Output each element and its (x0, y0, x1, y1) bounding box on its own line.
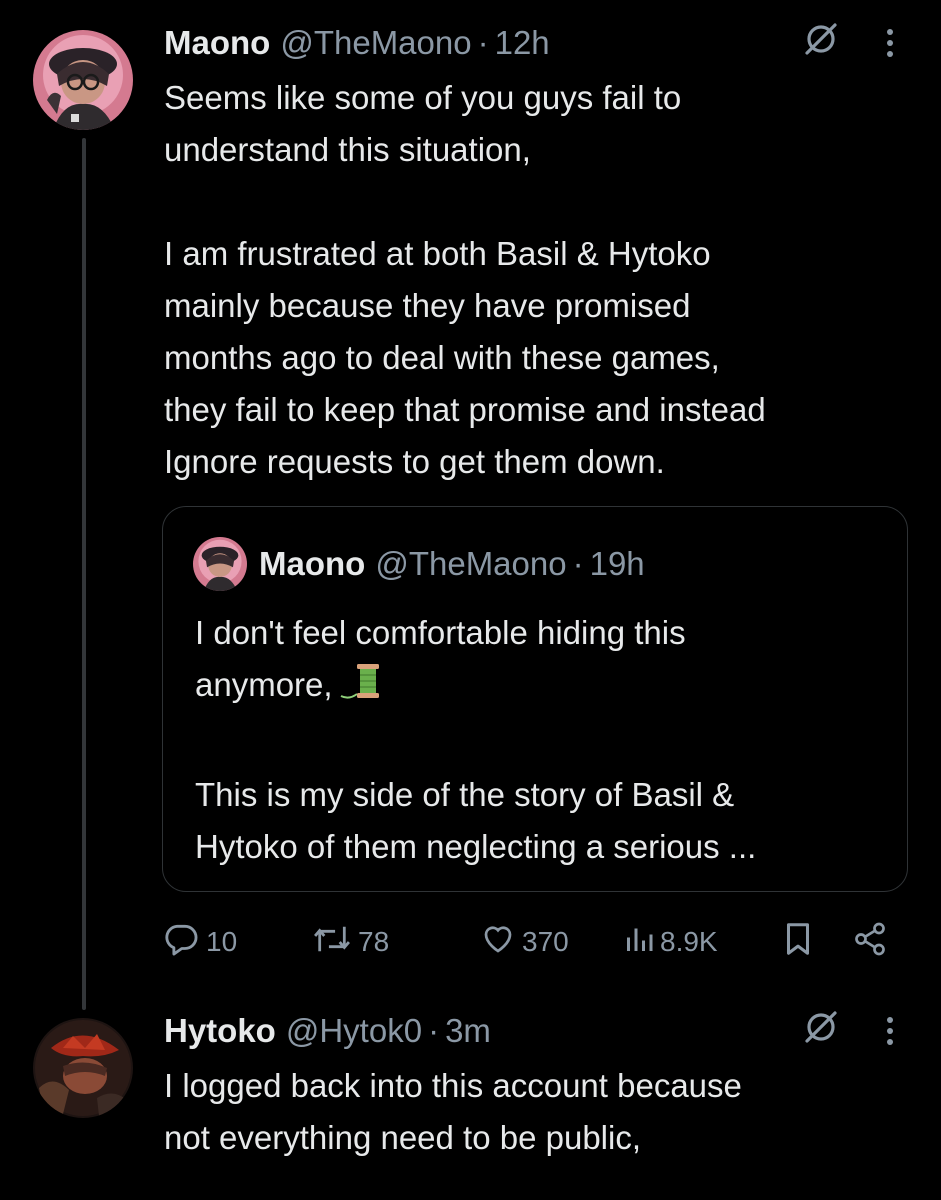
quoted-header: Maono @TheMaono · 19h (259, 539, 645, 589)
quoted-author-handle: @TheMaono (375, 545, 567, 582)
header-icons (801, 18, 901, 68)
quoted-author-name: Maono (259, 545, 366, 582)
tweet-text: I logged back into this account because … (164, 1067, 742, 1156)
separator-dot: · (428, 1012, 440, 1049)
separator-dot: · (477, 24, 489, 61)
more-options-icon[interactable] (887, 29, 893, 57)
retweet-count: 78 (358, 926, 390, 957)
views-icon (624, 921, 654, 964)
reply-count: 10 (206, 926, 238, 957)
spool-of-thread-icon (339, 662, 383, 717)
avatar[interactable] (33, 30, 133, 130)
tweet-actions: 10 78 370 8.9K (162, 916, 892, 968)
bookmark-button[interactable] (782, 916, 814, 968)
views-button[interactable]: 8.9K (624, 916, 718, 968)
tweet-header: Hytoko @Hytok0 · 3m (164, 1006, 901, 1056)
more-options-icon[interactable] (887, 1017, 893, 1045)
quoted-text-line2: anymore, (195, 666, 333, 703)
author-handle[interactable]: @TheMaono (280, 24, 471, 62)
share-button[interactable] (852, 916, 888, 968)
share-icon (852, 921, 888, 964)
quoted-text-rest: This is my side of the story of Basil & … (195, 776, 757, 865)
retweet-button[interactable]: 78 (312, 916, 389, 968)
quoted-post-time: 19h (589, 545, 645, 582)
header-icons (801, 1006, 901, 1056)
grok-icon[interactable] (801, 19, 841, 67)
quoted-text-line1: I don't feel comfortable hiding this (195, 614, 686, 651)
like-count: 370 (522, 926, 569, 957)
thread-connector-line (82, 138, 86, 1010)
tweet-text: Seems like some of you guys fail to unde… (164, 79, 766, 480)
tweet-header: Maono @TheMaono · 12h (164, 18, 901, 68)
separator-dot: · (572, 545, 584, 582)
quoted-tweet[interactable]: Maono @TheMaono · 19h I don't feel comfo… (162, 506, 908, 892)
post-time[interactable]: 12h (495, 24, 550, 62)
quoted-avatar[interactable] (193, 537, 247, 591)
heart-icon (480, 921, 516, 964)
post-time[interactable]: 3m (445, 1012, 491, 1050)
reply-icon (162, 920, 200, 965)
views-count: 8.9K (660, 926, 718, 957)
bookmark-icon (782, 920, 814, 965)
author-name[interactable]: Maono (164, 24, 270, 62)
retweet-icon (312, 920, 352, 965)
author-handle[interactable]: @Hytok0 (286, 1012, 422, 1050)
like-button[interactable]: 370 (480, 916, 569, 968)
quoted-text: I don't feel comfortable hiding this any… (195, 607, 879, 873)
author-name[interactable]: Hytoko (164, 1012, 276, 1050)
grok-icon[interactable] (801, 1007, 841, 1055)
reply-button[interactable]: 10 (162, 916, 237, 968)
avatar[interactable] (33, 1018, 133, 1118)
